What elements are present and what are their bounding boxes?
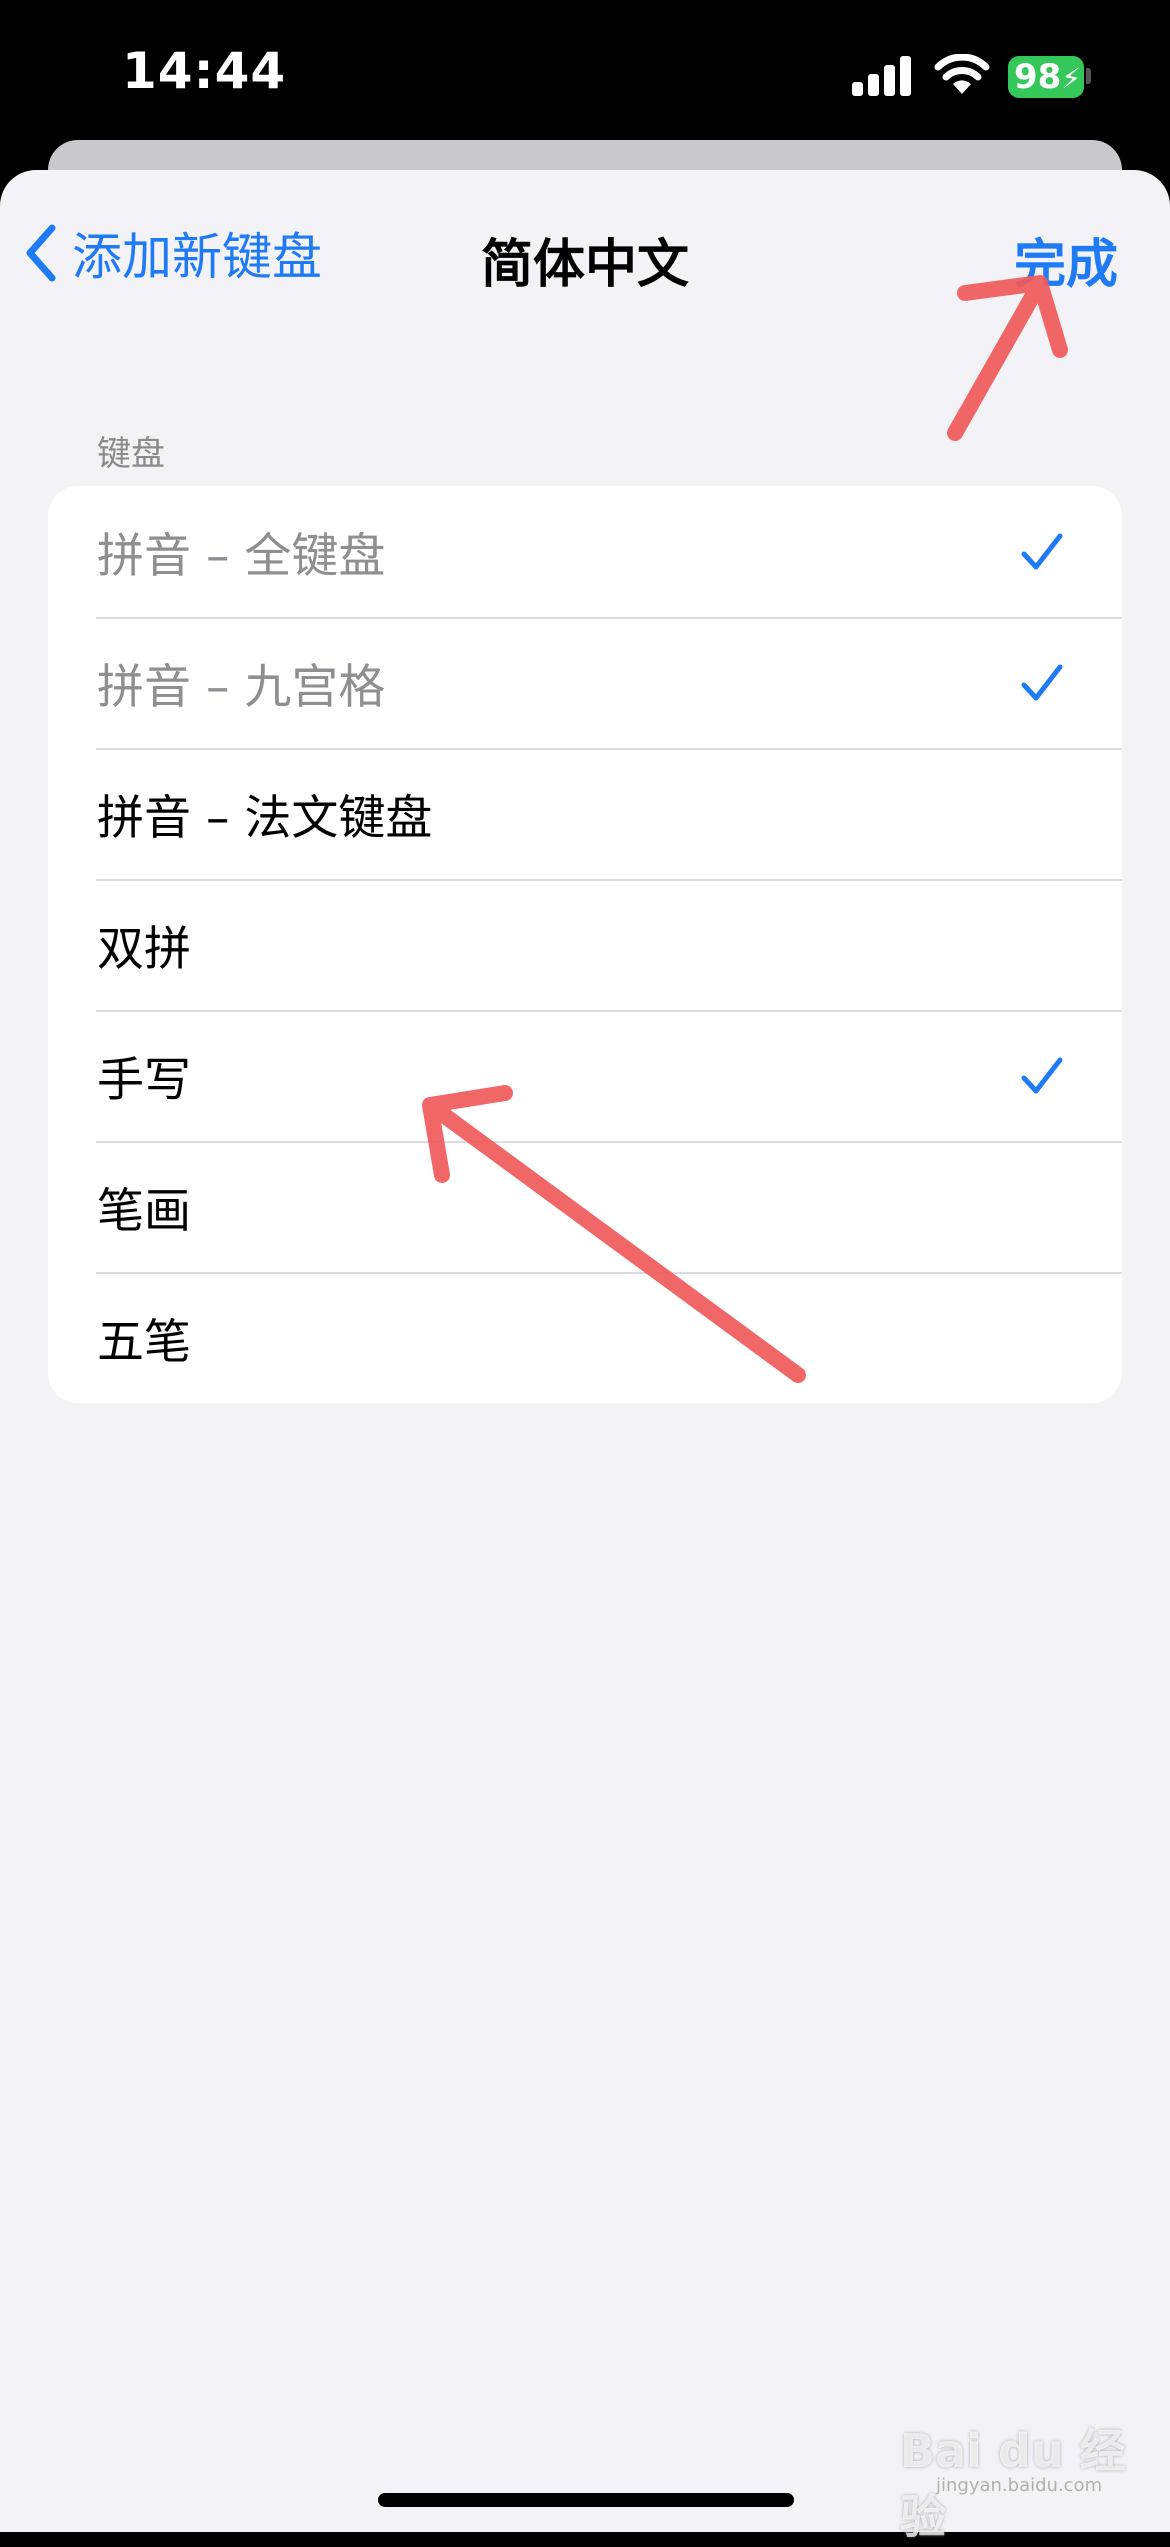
list-item[interactable]: 拼音 – 全键盘 <box>48 486 1122 617</box>
keyboard-sheet: 添加新键盘 简体中文 完成 键盘 拼音 – 全键盘 拼音 – 九宫格 拼音 – … <box>0 170 1170 2532</box>
keyboard-label: 双拼 <box>97 922 191 977</box>
watermark-url: jingyan.baidu.com <box>936 2475 1103 2496</box>
checkmark-icon <box>1021 533 1063 570</box>
list-item[interactable]: 手写 <box>48 1010 1122 1141</box>
list-item[interactable]: 拼音 – 法文键盘 <box>48 748 1122 879</box>
wifi-icon <box>934 54 990 94</box>
status-time: 14:44 <box>122 42 287 100</box>
section-header: 键盘 <box>97 434 165 474</box>
keyboard-label: 笔画 <box>97 1184 191 1239</box>
page-title: 简体中文 <box>480 235 689 295</box>
keyboard-label: 拼音 – 九宫格 <box>97 660 386 715</box>
status-bar: 14:44 98⚡ <box>0 0 1170 150</box>
list-item[interactable]: 拼音 – 九宫格 <box>48 617 1122 748</box>
keyboard-label: 拼音 – 全键盘 <box>97 529 386 584</box>
checkmark-icon <box>1021 1057 1063 1094</box>
list-item[interactable]: 双拼 <box>48 879 1122 1010</box>
battery-nub <box>1086 68 1091 84</box>
cellular-signal-icon <box>852 56 911 96</box>
list-item[interactable]: 笔画 <box>48 1141 1122 1272</box>
checkmark-icon <box>1021 664 1063 701</box>
keyboard-label: 拼音 – 法文键盘 <box>97 791 433 846</box>
list-item[interactable]: 五笔 <box>48 1272 1122 1403</box>
keyboard-label: 五笔 <box>97 1315 191 1370</box>
battery-icon: 98⚡ <box>1008 56 1084 98</box>
nav-bar: 添加新键盘 简体中文 完成 <box>0 170 1170 340</box>
keyboard-label: 手写 <box>97 1053 191 1108</box>
battery-level: 98 <box>1014 57 1062 97</box>
home-indicator <box>378 2493 794 2507</box>
keyboard-list: 拼音 – 全键盘 拼音 – 九宫格 拼音 – 法文键盘 双拼 手写 笔画 五笔 <box>48 486 1122 1403</box>
done-button[interactable]: 完成 <box>1014 222 1118 297</box>
